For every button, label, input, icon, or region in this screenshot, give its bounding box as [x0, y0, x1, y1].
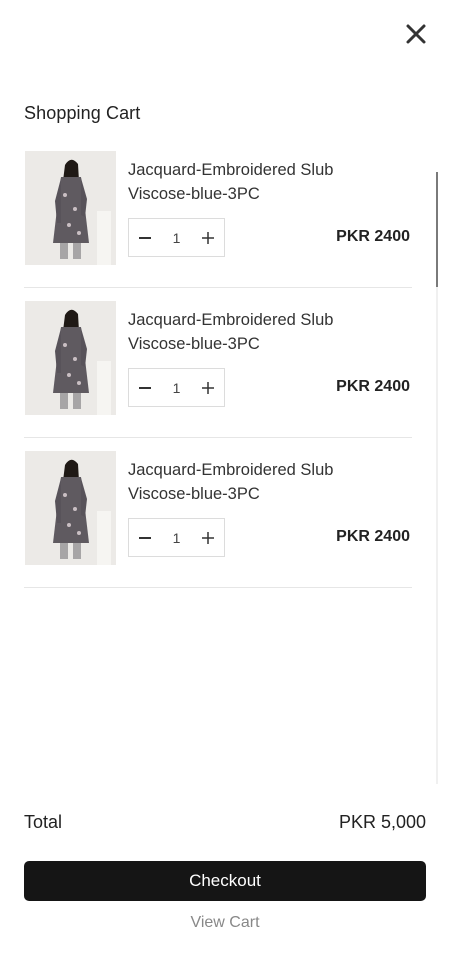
cart-item: Jacquard-Embroidered Slub Viscose-blue-3… [24, 138, 412, 288]
plus-icon [202, 531, 214, 544]
item-price: PKR 2400 [336, 228, 410, 245]
minus-icon [139, 236, 151, 239]
cart-item: Jacquard-Embroidered Slub Viscose-blue-3… [24, 438, 412, 588]
total-value: PKR 5,000 [338, 812, 426, 832]
increase-quantity-button[interactable] [192, 369, 224, 406]
product-name[interactable]: Jacquard-Embroidered Slub Viscose-blue-3… [128, 158, 398, 206]
quantity-value[interactable]: 1 [161, 530, 192, 546]
quantity-value[interactable]: 1 [161, 230, 192, 246]
product-name[interactable]: Jacquard-Embroidered Slub Viscose-blue-3… [128, 458, 398, 506]
view-cart-link[interactable]: View Cart [0, 914, 450, 932]
close-button[interactable] [402, 20, 430, 48]
checkout-button[interactable]: Checkout [24, 861, 426, 901]
quantity-value[interactable]: 1 [161, 380, 192, 396]
increase-quantity-button[interactable] [192, 519, 224, 556]
product-name[interactable]: Jacquard-Embroidered Slub Viscose-blue-3… [128, 308, 398, 356]
cart-item: Jacquard-Embroidered Slub Viscose-blue-3… [24, 288, 412, 438]
product-image[interactable] [25, 451, 116, 565]
increase-quantity-button[interactable] [192, 219, 224, 256]
close-icon [406, 24, 426, 44]
cart-scrollbar[interactable] [436, 172, 438, 784]
item-price: PKR 2400 [336, 378, 410, 395]
product-image[interactable] [25, 301, 116, 415]
quantity-stepper: 1 [128, 218, 225, 257]
plus-icon [202, 381, 214, 394]
minus-icon [139, 386, 151, 389]
item-price: PKR 2400 [336, 528, 410, 545]
quantity-stepper: 1 [128, 518, 225, 557]
minus-icon [139, 536, 151, 539]
quantity-stepper: 1 [128, 368, 225, 407]
plus-icon [202, 231, 214, 244]
decrease-quantity-button[interactable] [129, 369, 161, 406]
scrollbar-thumb[interactable] [436, 172, 438, 287]
cart-item-list: Jacquard-Embroidered Slub Viscose-blue-3… [24, 138, 412, 588]
total-label: Total [24, 812, 63, 832]
product-image[interactable] [25, 151, 116, 265]
decrease-quantity-button[interactable] [129, 519, 161, 556]
cart-title: Shopping Cart [24, 103, 141, 123]
decrease-quantity-button[interactable] [129, 219, 161, 256]
